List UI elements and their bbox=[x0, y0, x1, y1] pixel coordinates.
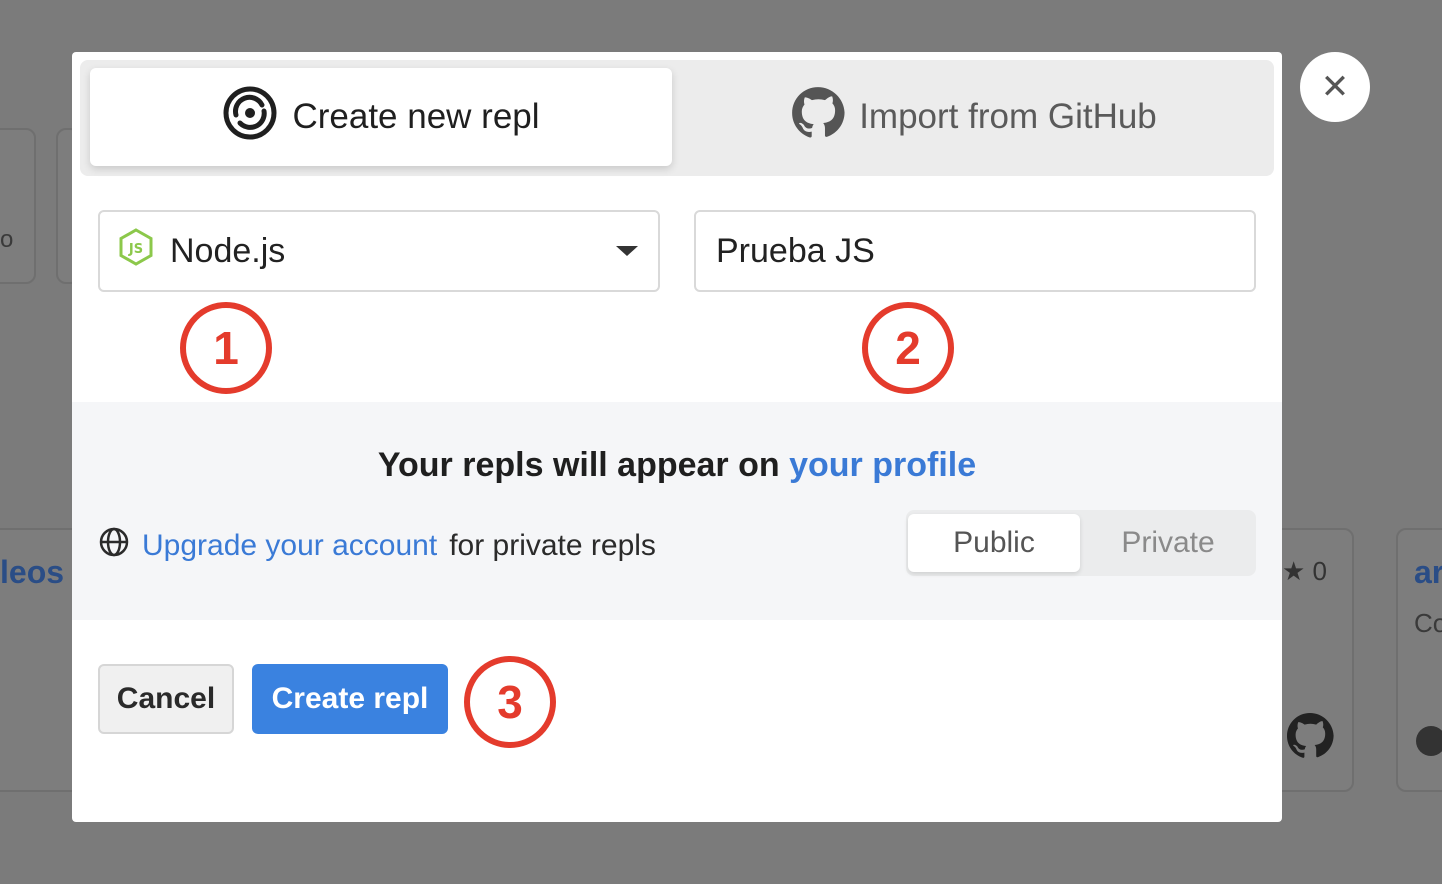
close-icon: ✕ bbox=[1320, 68, 1350, 106]
visibility-option-public[interactable]: Public bbox=[908, 514, 1080, 572]
tab-bar: Create new repl Import from GitHub bbox=[80, 60, 1274, 176]
background-card-link: leos bbox=[0, 554, 65, 590]
background-card-text: o bbox=[0, 226, 14, 253]
background-card-title: ar bbox=[1414, 554, 1442, 590]
tab-import-from-github[interactable]: Import from GitHub bbox=[684, 68, 1264, 166]
upgrade-suffix-text: for private repls bbox=[449, 529, 656, 562]
annotation-marker-1: 1 bbox=[180, 302, 272, 394]
repl-name-input[interactable]: Prueba JS bbox=[694, 210, 1256, 292]
tab-import-label: Import from GitHub bbox=[859, 97, 1157, 136]
repl-name-value: Prueba JS bbox=[716, 231, 875, 270]
tab-create-label: Create new repl bbox=[292, 97, 540, 136]
cancel-button[interactable]: Cancel bbox=[98, 664, 234, 734]
language-select-value: Node.js bbox=[170, 231, 286, 270]
background-card-description: Co bbox=[1414, 608, 1442, 638]
background-avatar bbox=[1416, 726, 1442, 756]
background-card-left bbox=[0, 128, 36, 284]
language-select[interactable]: JS Node.js bbox=[98, 210, 660, 292]
background-github-icon bbox=[1286, 712, 1334, 765]
svg-text:JS: JS bbox=[128, 242, 143, 257]
visibility-option-private[interactable]: Private bbox=[1082, 514, 1254, 572]
upgrade-account-link[interactable]: Upgrade your account bbox=[142, 529, 437, 563]
nodejs-icon: JS bbox=[118, 227, 154, 275]
github-icon bbox=[791, 86, 845, 149]
create-repl-button[interactable]: Create repl bbox=[252, 664, 448, 734]
upgrade-row: Upgrade your account for private repls bbox=[98, 526, 656, 566]
globe-icon bbox=[98, 526, 130, 566]
create-repl-modal: Create new repl Import from GitHub JS No… bbox=[72, 52, 1282, 822]
visibility-section: Your repls will appear on your profile U… bbox=[72, 402, 1282, 620]
visibility-toggle: Public Private bbox=[906, 510, 1256, 576]
visibility-title: Your repls will appear on your profile bbox=[377, 446, 977, 484]
close-button[interactable]: ✕ bbox=[1300, 52, 1370, 122]
chevron-down-icon bbox=[616, 246, 638, 256]
annotation-marker-3: 3 bbox=[464, 656, 556, 748]
star-count: ★ 0 bbox=[1282, 556, 1328, 586]
star-icon: ★ bbox=[1282, 556, 1306, 586]
your-profile-link[interactable]: your profile bbox=[789, 446, 976, 484]
annotation-marker-2: 2 bbox=[862, 302, 954, 394]
replit-logo-icon bbox=[222, 85, 278, 150]
tab-create-new-repl[interactable]: Create new repl bbox=[90, 68, 672, 166]
